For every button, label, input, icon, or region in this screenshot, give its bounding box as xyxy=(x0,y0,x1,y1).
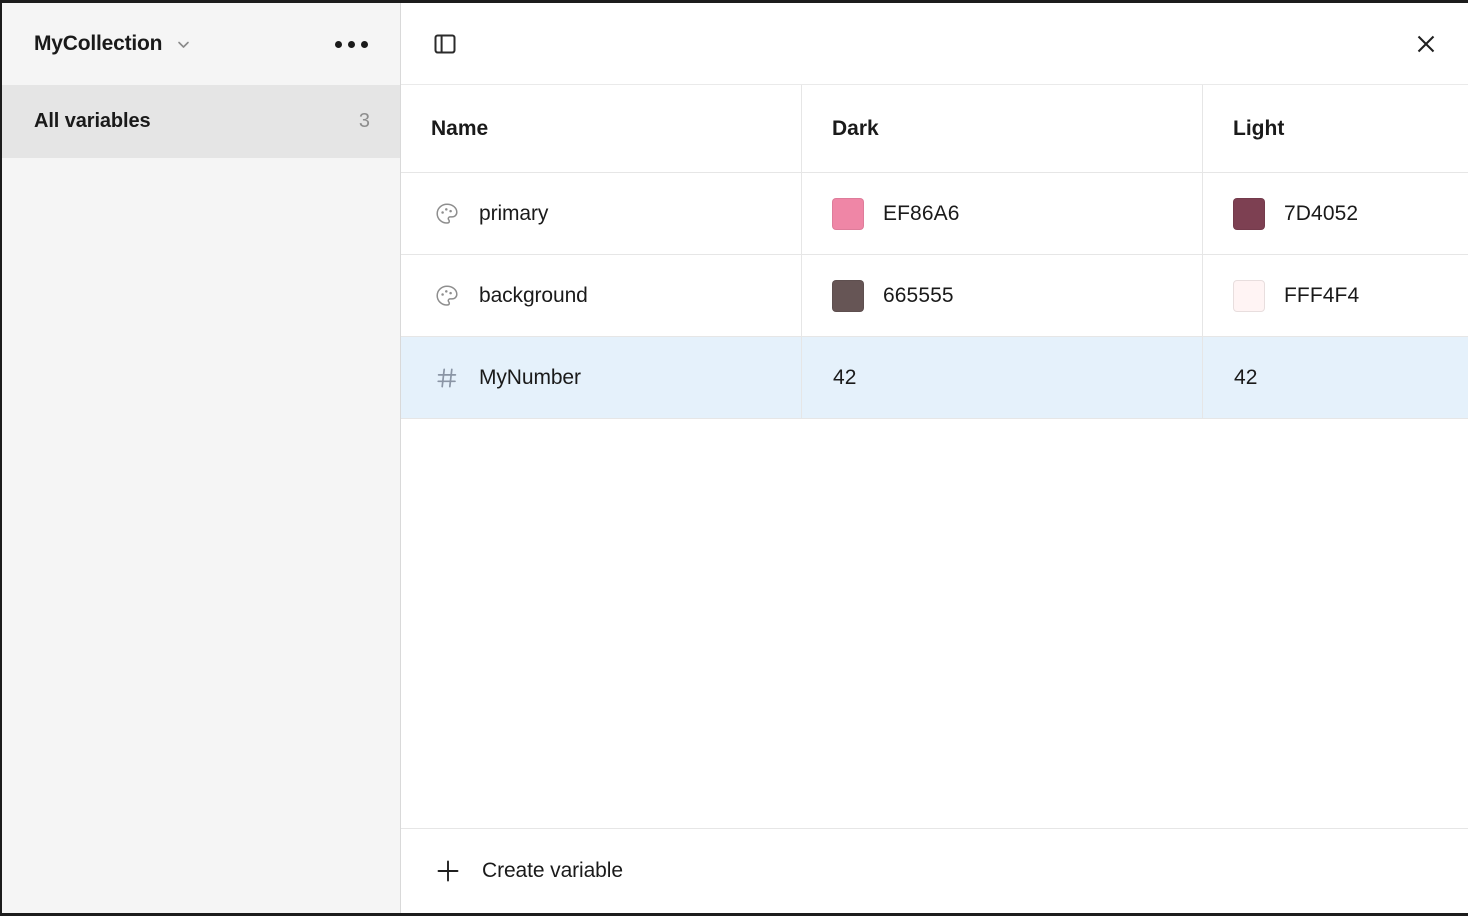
color-value: 665555 xyxy=(883,283,954,307)
create-variable-button[interactable]: Create variable xyxy=(431,848,633,894)
ellipsis-dot xyxy=(361,40,368,48)
ellipsis-dot xyxy=(335,40,342,48)
ellipsis-dot xyxy=(348,40,355,48)
column-header-dark[interactable]: Dark xyxy=(802,85,1203,172)
number-value: 42 xyxy=(1234,365,1258,389)
variable-name: background xyxy=(479,283,588,307)
color-swatch xyxy=(832,279,864,312)
sidebar-item-all-variables[interactable]: All variables 3 xyxy=(2,85,400,158)
number-hash-icon xyxy=(431,362,463,394)
variable-name: primary xyxy=(479,201,549,225)
collection-header: MyCollection xyxy=(2,3,400,85)
column-header-name[interactable]: Name xyxy=(401,85,802,172)
color-swatch xyxy=(832,197,864,230)
plus-icon xyxy=(433,856,463,886)
color-swatch xyxy=(1233,279,1265,312)
sidebar-item-label: All variables xyxy=(34,110,151,132)
table-row[interactable]: primary EF86A6 7D4052 xyxy=(401,173,1468,255)
sidebar-item-count: 3 xyxy=(358,110,370,132)
variable-name: MyNumber xyxy=(479,365,581,389)
variable-value-light[interactable]: FFF4F4 xyxy=(1203,255,1468,336)
create-variable-label: Create variable xyxy=(482,859,623,882)
color-swatch xyxy=(1233,197,1265,230)
variable-value-dark[interactable]: 42 xyxy=(802,337,1203,418)
variable-name-cell[interactable]: MyNumber xyxy=(401,337,802,418)
color-value: 7D4052 xyxy=(1284,201,1359,225)
table-header-row: Name Dark Light xyxy=(401,85,1468,173)
table-row[interactable]: MyNumber 42 42 xyxy=(401,337,1468,419)
variables-panel-window: MyCollection All variables 3 Name Dark L… xyxy=(0,0,1468,916)
variables-table: Name Dark Light primary EF86A6 7D4052 ba… xyxy=(401,85,1468,829)
sidebar-empty-area xyxy=(2,158,400,913)
collection-title: MyCollection xyxy=(34,32,163,55)
close-icon[interactable] xyxy=(1402,20,1450,68)
variable-value-light[interactable]: 42 xyxy=(1203,337,1468,418)
color-palette-icon xyxy=(431,198,463,230)
color-value: FFF4F4 xyxy=(1284,283,1360,307)
table-empty-area xyxy=(401,419,1468,829)
variable-name-cell[interactable]: primary xyxy=(401,173,802,254)
ellipsis-icon[interactable] xyxy=(329,35,374,54)
variable-value-dark[interactable]: EF86A6 xyxy=(802,173,1203,254)
table-row[interactable]: background 665555 FFF4F4 xyxy=(401,255,1468,337)
sidebar-panel-icon[interactable] xyxy=(421,20,469,68)
variable-value-light[interactable]: 7D4052 xyxy=(1203,173,1468,254)
variable-value-dark[interactable]: 665555 xyxy=(802,255,1203,336)
table-footer: Create variable xyxy=(401,829,1468,913)
column-header-light[interactable]: Light xyxy=(1203,85,1468,172)
color-value: EF86A6 xyxy=(883,201,960,225)
variables-main-panel: Name Dark Light primary EF86A6 7D4052 ba… xyxy=(401,3,1468,913)
collections-sidebar: MyCollection All variables 3 xyxy=(2,3,401,913)
color-palette-icon xyxy=(431,280,463,312)
variable-name-cell[interactable]: background xyxy=(401,255,802,336)
panel-toolbar xyxy=(401,3,1468,85)
number-value: 42 xyxy=(833,365,857,389)
chevron-down-icon[interactable] xyxy=(175,36,192,53)
